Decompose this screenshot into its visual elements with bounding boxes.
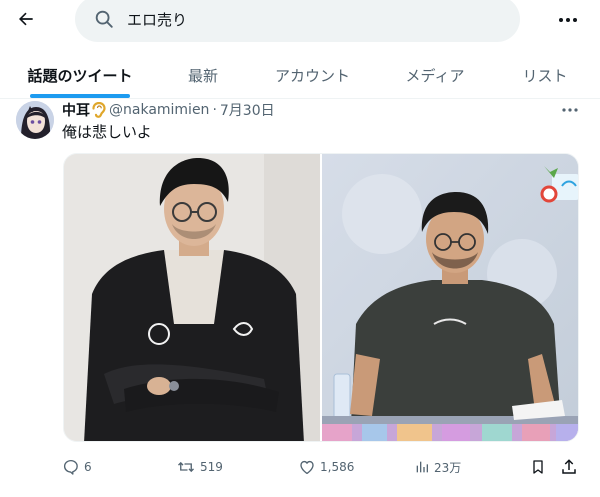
more-dots-icon bbox=[559, 18, 577, 22]
tab-top[interactable]: 話題のツイート bbox=[20, 52, 140, 98]
search-tabs: 話題のツイート 最新 アカウント メディア リスト bbox=[0, 52, 600, 99]
like-count: 1,586 bbox=[320, 460, 355, 474]
views-chart-icon bbox=[416, 461, 428, 473]
search-box[interactable] bbox=[75, 0, 520, 42]
tab-lists[interactable]: リスト bbox=[510, 52, 580, 98]
tweet[interactable]: 中耳 @nakamimien · 7月30日 俺は悲しいよ 6 519 1,58… bbox=[0, 99, 600, 497]
back-arrow-icon bbox=[19, 12, 33, 26]
tab-media[interactable]: メディア bbox=[395, 52, 475, 98]
back-button[interactable] bbox=[12, 5, 40, 33]
more-options-button[interactable] bbox=[553, 8, 583, 32]
tweet-more-button[interactable] bbox=[558, 101, 582, 119]
retweet-button[interactable]: 519 bbox=[176, 455, 223, 479]
tweet-media bbox=[63, 153, 579, 442]
tweet-header: 中耳 @nakamimien · 7月30日 bbox=[62, 100, 275, 120]
tweet-text: 俺は悲しいよ bbox=[62, 123, 152, 141]
tab-latest[interactable]: 最新 bbox=[172, 52, 234, 98]
views-button[interactable]: 23万 bbox=[414, 455, 461, 479]
top-bar bbox=[0, 0, 600, 44]
separator: · bbox=[212, 102, 217, 118]
ear-icon bbox=[92, 102, 106, 118]
avatar-anime-girl-icon bbox=[16, 101, 54, 139]
photo-man-black-jacket[interactable] bbox=[64, 154, 320, 441]
reply-button[interactable]: 6 bbox=[62, 455, 92, 479]
bookmark-icon bbox=[533, 460, 543, 474]
heart-icon bbox=[300, 460, 314, 475]
tab-accounts[interactable]: アカウント bbox=[265, 52, 360, 98]
display-name[interactable]: 中耳 bbox=[62, 100, 90, 120]
photo-man-grey-tshirt-stage[interactable] bbox=[322, 154, 578, 441]
avatar[interactable] bbox=[16, 101, 54, 139]
retweet-icon bbox=[178, 461, 194, 473]
tweet-actions: 6 519 1,586 23万 bbox=[62, 455, 582, 479]
views-count: 23万 bbox=[434, 460, 462, 475]
share-button[interactable] bbox=[560, 455, 582, 479]
more-dots-icon bbox=[562, 108, 578, 112]
tweet-date[interactable]: 7月30日 bbox=[220, 100, 275, 120]
search-icon bbox=[95, 10, 113, 28]
bookmark-button[interactable] bbox=[530, 455, 550, 479]
reply-count: 6 bbox=[84, 460, 92, 474]
share-icon bbox=[562, 459, 576, 474]
reply-icon bbox=[63, 459, 78, 475]
search-input[interactable] bbox=[127, 2, 497, 36]
like-button[interactable]: 1,586 bbox=[298, 455, 354, 479]
active-tab-indicator bbox=[30, 94, 130, 98]
retweet-count: 519 bbox=[200, 460, 223, 474]
handle[interactable]: @nakamimien bbox=[109, 102, 209, 118]
